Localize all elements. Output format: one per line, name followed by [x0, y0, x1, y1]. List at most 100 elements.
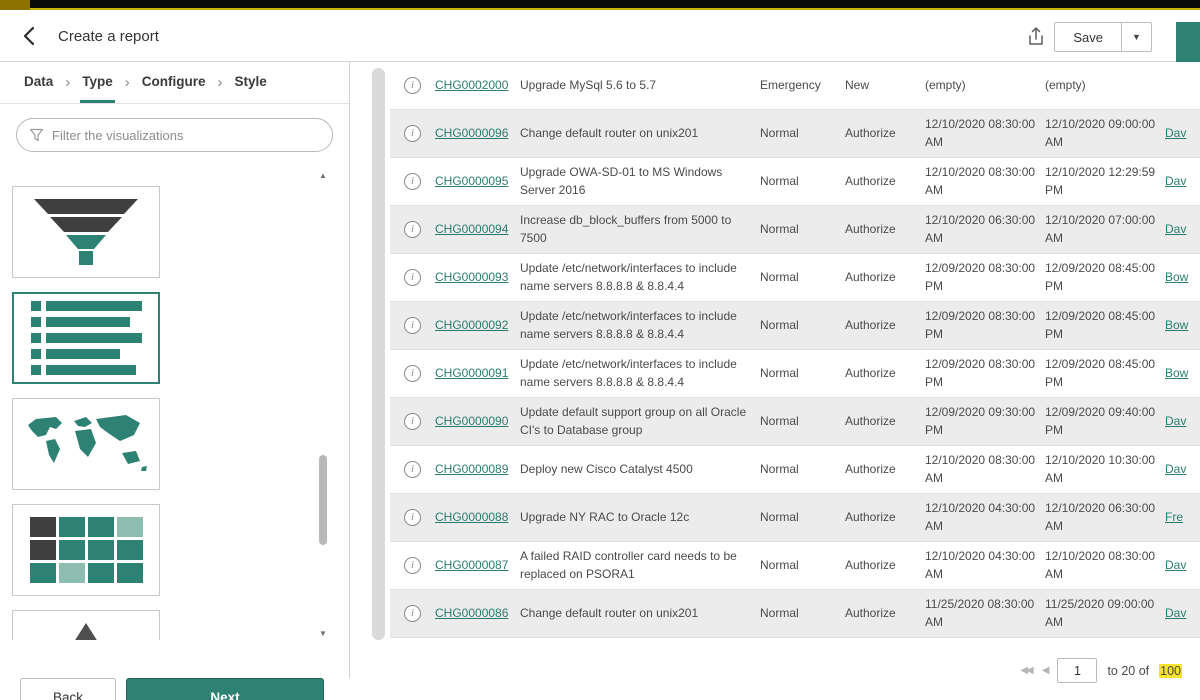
start-date-cell: 12/10/2020 08:30:00 AM — [925, 160, 1045, 203]
change-number-link[interactable]: CHG0000095 — [435, 174, 508, 188]
table-row: i CHG0000086 Change default router on un… — [390, 590, 1200, 638]
save-button[interactable]: Save — [1054, 22, 1122, 52]
pagination: ◀◀ ◀ to 20 of 100 — [1020, 658, 1182, 683]
change-number-link[interactable]: CHG0000091 — [435, 366, 508, 380]
change-number-link[interactable]: CHG0000096 — [435, 126, 508, 140]
priority-cell: Normal — [760, 265, 845, 290]
info-icon[interactable]: i — [404, 557, 421, 574]
chevron-right-icon: › — [55, 62, 80, 103]
priority-cell: Normal — [760, 505, 845, 530]
change-number-link[interactable]: CHG0000092 — [435, 318, 508, 332]
end-date-cell: 12/09/2020 09:40:00 PM — [1045, 400, 1165, 443]
info-icon[interactable]: i — [404, 317, 421, 334]
pagination-total: 100 — [1159, 664, 1182, 678]
end-date-cell: 12/10/2020 12:29:59 PM — [1045, 160, 1165, 203]
chevron-right-icon: › — [208, 62, 233, 103]
state-cell: Authorize — [845, 409, 925, 434]
info-icon[interactable]: i — [404, 413, 421, 430]
end-date-cell: 12/10/2020 06:30:00 AM — [1045, 496, 1165, 539]
priority-cell: Normal — [760, 457, 845, 482]
assignee-link[interactable]: Dav — [1165, 174, 1186, 188]
info-icon[interactable]: i — [404, 269, 421, 286]
create-report-screen: Create a report Save ▼ Data › Type › Con… — [0, 0, 1200, 700]
change-number-link[interactable]: CHG0000088 — [435, 510, 508, 524]
priority-cell: Normal — [760, 313, 845, 338]
panel-scrollbar[interactable]: ▲ ▼ — [317, 170, 329, 640]
step-data[interactable]: Data — [22, 62, 55, 103]
short-description-cell: Deploy new Cisco Catalyst 4500 — [520, 457, 760, 482]
change-number-link[interactable]: CHG0000093 — [435, 270, 508, 284]
start-date-cell: 12/09/2020 09:30:00 PM — [925, 400, 1045, 443]
viz-thumbnail-pyramid[interactable] — [12, 610, 160, 640]
first-page-icon[interactable]: ◀◀ — [1020, 665, 1031, 676]
scroll-down-icon[interactable]: ▼ — [317, 628, 329, 640]
state-cell: Authorize — [845, 217, 925, 242]
info-icon[interactable]: i — [404, 125, 421, 142]
info-icon[interactable]: i — [404, 605, 421, 622]
previous-page-icon[interactable]: ◀ — [1042, 665, 1048, 676]
step-style[interactable]: Style — [233, 62, 269, 103]
assignee-link[interactable]: Bow — [1165, 318, 1188, 332]
change-number-link[interactable]: CHG0000089 — [435, 462, 508, 476]
priority-cell: Normal — [760, 361, 845, 386]
assignee-link[interactable]: Bow — [1165, 270, 1188, 284]
header: Create a report Save ▼ — [0, 10, 1200, 62]
assignee-link[interactable]: Dav — [1165, 558, 1186, 572]
panel-scrollbar-thumb[interactable] — [319, 455, 327, 545]
viz-thumbnail-list[interactable] — [12, 292, 160, 384]
change-number-link[interactable]: CHG0000087 — [435, 558, 508, 572]
state-cell: Authorize — [845, 313, 925, 338]
next-button[interactable]: Next — [126, 678, 324, 700]
viz-thumbnail-funnel[interactable] — [12, 186, 160, 278]
assignee-link[interactable]: Dav — [1165, 126, 1186, 140]
change-number-link[interactable]: CHG0002000 — [435, 78, 508, 92]
viz-thumbnail-heatmap[interactable] — [12, 504, 160, 596]
heatmap-chart-icon — [30, 517, 143, 583]
assignee-link[interactable]: Fre — [1165, 510, 1183, 524]
change-number-link[interactable]: CHG0000086 — [435, 606, 508, 620]
table-row: i CHG0000093 Update /etc/network/interfa… — [390, 254, 1200, 302]
back-button[interactable]: Back — [20, 678, 116, 700]
table-scrollbar-thumb[interactable] — [372, 68, 385, 640]
change-number-link[interactable]: CHG0000094 — [435, 222, 508, 236]
table-row: i CHG0000091 Update /etc/network/interfa… — [390, 350, 1200, 398]
short-description-cell: Update /etc/network/interfaces to includ… — [520, 256, 760, 299]
info-icon[interactable]: i — [404, 461, 421, 478]
priority-cell: Emergency — [760, 73, 845, 98]
info-icon[interactable]: i — [404, 173, 421, 190]
priority-cell: Normal — [760, 121, 845, 146]
end-date-cell: 12/09/2020 08:45:00 PM — [1045, 256, 1165, 299]
page-number-input[interactable] — [1057, 658, 1097, 683]
share-icon[interactable] — [1024, 25, 1050, 49]
assignee-link[interactable]: Bow — [1165, 366, 1188, 380]
info-icon[interactable]: i — [404, 365, 421, 382]
viz-thumbnail-map[interactable] — [12, 398, 160, 490]
save-dropdown-button[interactable]: ▼ — [1122, 22, 1152, 52]
funnel-filter-icon — [29, 128, 44, 142]
state-cell: Authorize — [845, 361, 925, 386]
change-number-link[interactable]: CHG0000090 — [435, 414, 508, 428]
scroll-up-icon[interactable]: ▲ — [317, 170, 329, 182]
state-cell: Authorize — [845, 457, 925, 482]
assignee-link[interactable]: Dav — [1165, 414, 1186, 428]
step-configure[interactable]: Configure — [140, 62, 208, 103]
info-icon[interactable]: i — [404, 509, 421, 526]
start-date-cell: (empty) — [925, 73, 1045, 98]
state-cell: Authorize — [845, 121, 925, 146]
info-icon[interactable]: i — [404, 221, 421, 238]
back-chevron-icon[interactable] — [18, 24, 42, 48]
end-date-cell: 12/10/2020 08:30:00 AM — [1045, 544, 1165, 587]
pyramid-chart-icon — [31, 621, 141, 640]
assignee-link[interactable]: Dav — [1165, 462, 1186, 476]
short-description-cell: Upgrade OWA-SD-01 to MS Windows Server 2… — [520, 160, 760, 203]
table-rows: i CHG0002000 Upgrade MySql 5.6 to 5.7 Em… — [390, 62, 1200, 638]
filter-visualizations-input[interactable] — [52, 128, 320, 143]
assignee-link[interactable]: Dav — [1165, 606, 1186, 620]
table-row: i CHG0002000 Upgrade MySql 5.6 to 5.7 Em… — [390, 62, 1200, 110]
table-scrollbar[interactable] — [372, 66, 385, 644]
assignee-link[interactable]: Dav — [1165, 222, 1186, 236]
info-icon[interactable]: i — [404, 77, 421, 94]
change-request-table: i CHG0002000 Upgrade MySql 5.6 to 5.7 Em… — [390, 62, 1200, 640]
step-type[interactable]: Type — [80, 62, 115, 103]
start-date-cell: 12/10/2020 04:30:00 AM — [925, 496, 1045, 539]
